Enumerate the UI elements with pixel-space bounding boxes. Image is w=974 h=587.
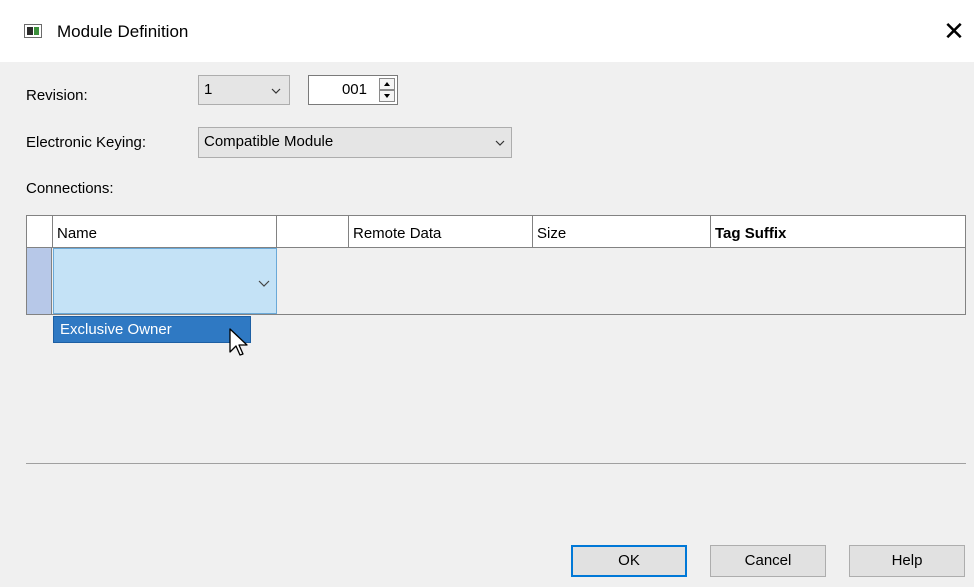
column-header-remote-data[interactable]: Remote Data — [349, 216, 533, 248]
connection-name-combo[interactable] — [53, 248, 277, 314]
window-title: Module Definition — [57, 22, 189, 41]
electronic-keying-value: Compatible Module — [204, 133, 334, 150]
spin-down-button[interactable] — [379, 90, 395, 102]
electronic-keying-label: Electronic Keying: — [26, 134, 147, 151]
revision-major-select[interactable]: 1 — [198, 75, 290, 105]
spin-up-button[interactable] — [379, 78, 395, 90]
close-button[interactable]: ✕ — [936, 14, 972, 48]
connections-table: Name Remote Data Size Tag Suffix — [26, 215, 966, 315]
connections-label: Connections: — [26, 180, 114, 197]
column-header-size[interactable]: Size — [533, 216, 711, 248]
ok-button[interactable]: OK — [571, 545, 687, 577]
chevron-down-icon — [271, 88, 281, 94]
revision-minor-value: 001 — [341, 81, 367, 98]
module-icon — [24, 24, 42, 38]
chevron-down-icon[interactable] — [258, 277, 270, 289]
help-button[interactable]: Help — [849, 545, 965, 577]
title-bar: Module Definition ✕ — [0, 0, 974, 62]
column-header-tag-suffix[interactable]: Tag Suffix — [711, 216, 965, 248]
separator — [26, 463, 966, 464]
revision-minor-stepper[interactable]: 001 — [308, 75, 398, 105]
dropdown-option-label: Exclusive Owner — [60, 321, 172, 338]
cancel-button[interactable]: Cancel — [710, 545, 826, 577]
column-header-blank[interactable] — [277, 216, 349, 248]
column-header-name[interactable]: Name — [53, 216, 277, 248]
dropdown-option-exclusive-owner[interactable]: Exclusive Owner — [53, 316, 251, 343]
row-header-corner — [27, 216, 53, 248]
mouse-cursor-icon — [229, 328, 248, 356]
row-selector[interactable] — [27, 248, 52, 314]
electronic-keying-select[interactable]: Compatible Module — [198, 127, 512, 158]
revision-major-value: 1 — [204, 81, 213, 98]
chevron-down-icon — [495, 140, 505, 146]
revision-label: Revision: — [26, 87, 88, 104]
